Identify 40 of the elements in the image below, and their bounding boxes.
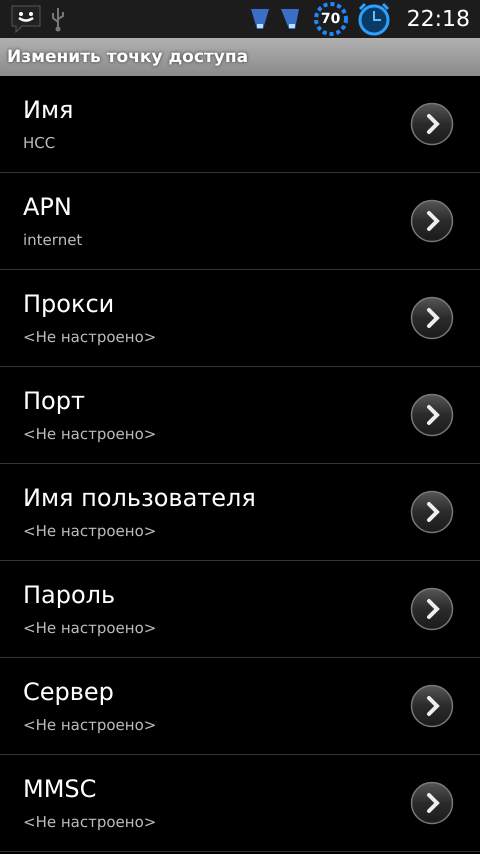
chevron-right-icon bbox=[410, 490, 454, 534]
chevron-right-icon bbox=[410, 587, 454, 631]
battery-indicator: 70 bbox=[312, 1, 349, 37]
item-label: Порт bbox=[23, 387, 86, 415]
settings-item[interactable]: Имя пользователя <Не настроено> bbox=[0, 464, 480, 561]
alarm-clock-icon bbox=[356, 2, 391, 36]
item-value: <Не настроено> bbox=[23, 619, 158, 637]
message-icon bbox=[10, 4, 42, 34]
settings-item[interactable]: Имя HCC bbox=[0, 76, 480, 173]
settings-item[interactable]: Сервер <Не настроено> bbox=[0, 658, 480, 755]
screen-title: Изменить точку доступа bbox=[7, 47, 248, 67]
signal-icon bbox=[248, 6, 271, 32]
item-label: Пароль bbox=[23, 581, 116, 609]
item-value: <Не настроено> bbox=[23, 328, 158, 346]
settings-item[interactable]: Пароль <Не настроено> bbox=[0, 561, 480, 658]
clock-time: 22:18 bbox=[406, 6, 470, 32]
chevron-right-icon bbox=[410, 781, 454, 825]
item-label: APN bbox=[23, 193, 73, 221]
chevron-right-icon bbox=[410, 102, 454, 146]
usb-icon bbox=[50, 6, 66, 32]
settings-item[interactable]: APN internet bbox=[0, 173, 480, 270]
settings-item[interactable]: Порт <Не настроено> bbox=[0, 367, 480, 464]
item-value: HCC bbox=[23, 134, 56, 152]
item-value: <Не настроено> bbox=[23, 813, 158, 831]
item-value: <Не настроено> bbox=[23, 522, 158, 540]
chevron-right-icon bbox=[410, 393, 454, 437]
item-label: MMSC bbox=[23, 775, 98, 803]
item-label: Сервер bbox=[23, 678, 115, 706]
item-value: <Не настроено> bbox=[23, 716, 158, 734]
signal-icon bbox=[278, 6, 301, 32]
settings-item[interactable]: Прокси <Не настроено> bbox=[0, 270, 480, 367]
settings-item[interactable]: MMSC <Не настроено> bbox=[0, 755, 480, 852]
chevron-right-icon bbox=[410, 199, 454, 243]
chevron-right-icon bbox=[410, 296, 454, 340]
item-label: Прокси bbox=[23, 290, 116, 318]
item-value: internet bbox=[23, 231, 84, 249]
item-label: Имя пользователя bbox=[23, 484, 257, 512]
item-value: <Не настроено> bbox=[23, 425, 158, 443]
chevron-right-icon bbox=[410, 684, 454, 728]
item-label: Имя bbox=[23, 96, 74, 124]
